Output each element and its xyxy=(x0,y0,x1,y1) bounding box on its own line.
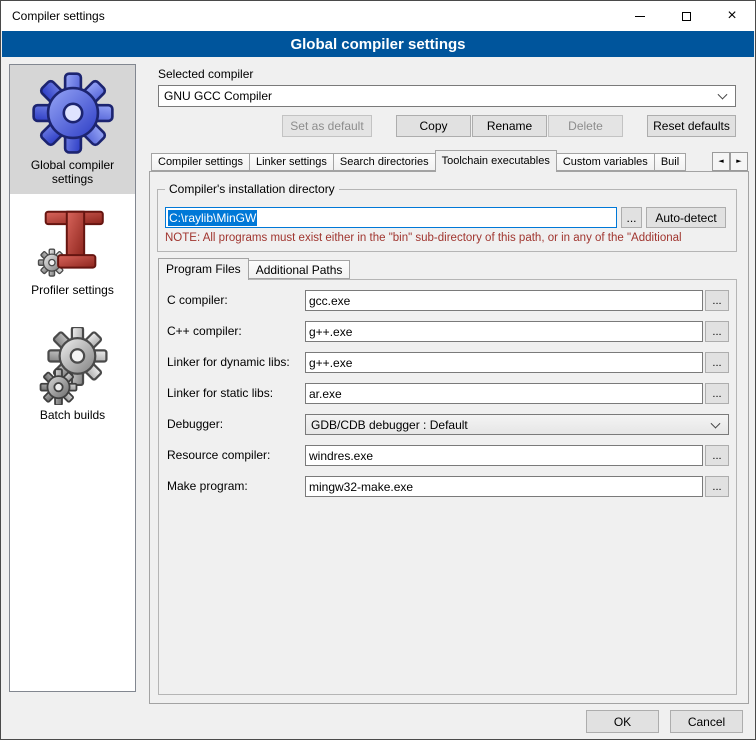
resource-compiler-input[interactable] xyxy=(305,445,703,466)
set-as-default-button[interactable]: Set as default xyxy=(282,115,372,137)
tab-scroll-right-button[interactable]: ► xyxy=(730,152,748,171)
tab-toolchain-executables[interactable]: Toolchain executables xyxy=(435,150,557,172)
close-icon: × xyxy=(727,8,736,24)
arrow-left-icon: ◄ xyxy=(718,158,723,165)
subtab-program-files[interactable]: Program Files xyxy=(158,258,249,280)
reset-defaults-button[interactable]: Reset defaults xyxy=(647,115,736,137)
compiler-settings-dialog: Compiler settings × Global compiler sett… xyxy=(0,0,756,740)
sidebar-item-label: Global compiler settings xyxy=(13,158,132,186)
ok-button[interactable]: OK xyxy=(586,710,659,733)
chevron-down-icon xyxy=(711,418,721,428)
profiler-icon xyxy=(33,208,113,280)
resource-compiler-browse-button[interactable]: ... xyxy=(705,445,729,466)
static-linker-label: Linker for static libs: xyxy=(167,383,273,404)
selected-compiler-dropdown[interactable]: GNU GCC Compiler xyxy=(158,85,736,107)
installation-directory-input[interactable]: C:\raylib\MinGW xyxy=(165,207,617,228)
tab-scroll-left-button[interactable]: ◄ xyxy=(712,152,730,171)
dynamic-linker-browse-button[interactable]: ... xyxy=(705,352,729,373)
installation-directory-browse-button[interactable]: ... xyxy=(621,207,642,228)
static-linker-input[interactable] xyxy=(305,383,703,404)
cpp-compiler-input[interactable] xyxy=(305,321,703,342)
delete-button[interactable]: Delete xyxy=(548,115,623,137)
batch-builds-gears-icon xyxy=(33,327,113,405)
sidebar-item-label: Batch builds xyxy=(40,408,105,422)
arrow-right-icon: ► xyxy=(736,158,741,165)
c-compiler-browse-button[interactable]: ... xyxy=(705,290,729,311)
caption-buttons: × xyxy=(617,1,755,31)
debugger-label: Debugger: xyxy=(167,414,223,435)
c-compiler-label: C compiler: xyxy=(167,290,228,311)
minimize-button[interactable] xyxy=(617,1,663,31)
global-compiler-gear-icon xyxy=(31,71,115,155)
selected-compiler-label: Selected compiler xyxy=(158,67,253,81)
field-row-make-program: Make program: ... xyxy=(158,476,737,497)
installation-directory-selected-text: C:\raylib\MinGW xyxy=(168,210,257,226)
cpp-compiler-browse-button[interactable]: ... xyxy=(705,321,729,342)
tab-compiler-settings[interactable]: Compiler settings xyxy=(151,153,250,171)
c-compiler-input[interactable] xyxy=(305,290,703,311)
window-title: Compiler settings xyxy=(1,9,105,23)
copy-button[interactable]: Copy xyxy=(396,115,471,137)
subtab-additional-paths[interactable]: Additional Paths xyxy=(248,260,351,279)
field-row-resource-compiler: Resource compiler: ... xyxy=(158,445,737,466)
debugger-value: GDB/CDB debugger : Default xyxy=(306,418,468,432)
maximize-icon xyxy=(682,12,691,21)
minimize-icon xyxy=(635,16,645,17)
static-linker-browse-button[interactable]: ... xyxy=(705,383,729,404)
dynamic-linker-input[interactable] xyxy=(305,352,703,373)
maximize-button[interactable] xyxy=(663,1,709,31)
cpp-compiler-label: C++ compiler: xyxy=(167,321,242,342)
make-program-input[interactable] xyxy=(305,476,703,497)
installation-directory-group-title: Compiler's installation directory xyxy=(165,182,339,196)
debugger-dropdown[interactable]: GDB/CDB debugger : Default xyxy=(305,414,729,435)
main-tab-strip: Compiler settings Linker settings Search… xyxy=(151,150,712,172)
program-files-tab-strip: Program Files Additional Paths xyxy=(158,258,349,280)
tab-build-options-truncated[interactable]: Buil xyxy=(654,153,686,171)
tab-linker-settings[interactable]: Linker settings xyxy=(249,153,334,171)
dialog-header-title: Global compiler settings xyxy=(2,31,754,57)
chevron-down-icon xyxy=(718,90,728,100)
field-row-cpp-compiler: C++ compiler: ... xyxy=(158,321,737,342)
bin-subdirectory-note: NOTE: All programs must exist either in … xyxy=(165,232,733,244)
tab-search-directories[interactable]: Search directories xyxy=(333,153,436,171)
titlebar: Compiler settings × xyxy=(1,1,755,31)
make-program-label: Make program: xyxy=(167,476,248,497)
cancel-button[interactable]: Cancel xyxy=(670,710,743,733)
close-button[interactable]: × xyxy=(709,1,755,31)
tab-custom-variables[interactable]: Custom variables xyxy=(556,153,655,171)
field-row-c-compiler: C compiler: ... xyxy=(158,290,737,311)
sidebar-item-batch-builds[interactable]: Batch builds xyxy=(10,321,135,430)
field-row-dynamic-linker: Linker for dynamic libs: ... xyxy=(158,352,737,373)
auto-detect-button[interactable]: Auto-detect xyxy=(646,207,726,228)
sidebar-item-label: Profiler settings xyxy=(31,283,114,297)
selected-compiler-value: GNU GCC Compiler xyxy=(159,89,272,103)
field-row-static-linker: Linker for static libs: ... xyxy=(158,383,737,404)
make-program-browse-button[interactable]: ... xyxy=(705,476,729,497)
dynamic-linker-label: Linker for dynamic libs: xyxy=(167,352,290,373)
field-row-debugger: Debugger: GDB/CDB debugger : Default xyxy=(158,414,737,435)
settings-category-list: Global compiler settings xyxy=(9,64,136,692)
sidebar-item-global-compiler-settings[interactable]: Global compiler settings xyxy=(10,65,135,194)
rename-button[interactable]: Rename xyxy=(472,115,547,137)
resource-compiler-label: Resource compiler: xyxy=(167,445,270,466)
sidebar-item-profiler-settings[interactable]: Profiler settings xyxy=(10,202,135,305)
